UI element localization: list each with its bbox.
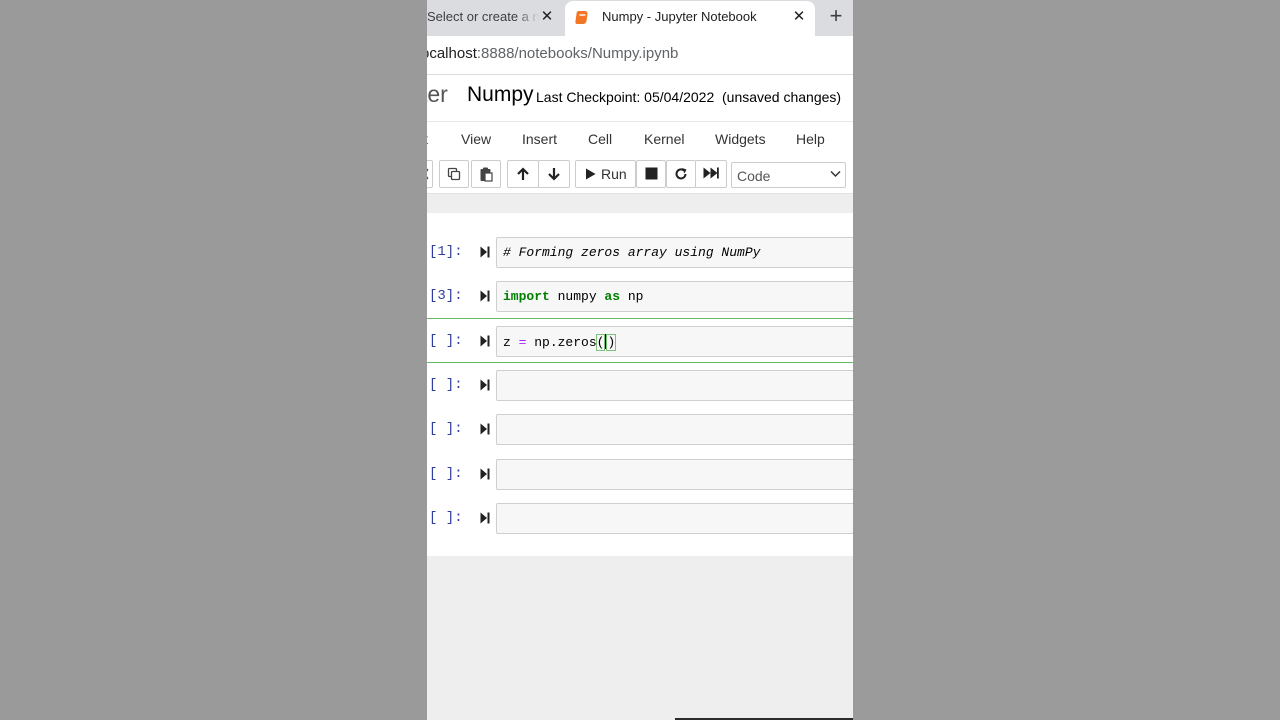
input-prompt: [1]: <box>429 244 463 260</box>
tab-strip: Select or create a notebook ✕ Numpy - Ju… <box>427 0 853 36</box>
code-text: z = np.zeros() <box>503 334 617 351</box>
run-cell-icon[interactable] <box>480 468 490 480</box>
run-cell-icon[interactable] <box>480 379 490 391</box>
notebook-name[interactable]: Numpy <box>467 83 534 107</box>
code-cell[interactable]: [ ]: <box>427 368 853 404</box>
close-icon[interactable]: ✕ <box>791 9 807 25</box>
input-prompt: [3]: <box>429 288 463 304</box>
run-label: Run <box>601 166 627 182</box>
menu-insert[interactable]: Insert <box>522 131 557 147</box>
run-cell-icon[interactable] <box>480 423 490 435</box>
move-up-button[interactable] <box>507 160 539 188</box>
arrow-up-icon <box>517 167 529 180</box>
jupyter-logo[interactable]: ter <box>427 81 448 108</box>
paste-icon <box>480 167 493 182</box>
code-editor[interactable] <box>496 459 853 490</box>
cut-button[interactable] <box>427 160 433 188</box>
run-cell-icon[interactable] <box>480 512 490 524</box>
run-cell-icon[interactable] <box>480 246 490 258</box>
code-cell[interactable]: [1]: # Forming zeros array using NumPy <box>427 235 853 271</box>
url-path: :8888/notebooks/Numpy.ipynb <box>476 45 679 62</box>
tab-title: Numpy - Jupyter Notebook <box>602 9 757 24</box>
url-text[interactable]: ocalhost:8888/notebooks/Numpy.ipynb <box>427 45 678 62</box>
menu-view[interactable]: View <box>461 131 491 147</box>
cut-icon <box>427 168 429 180</box>
interrupt-button[interactable] <box>636 160 666 188</box>
run-cell-icon[interactable] <box>480 290 490 302</box>
code-cell[interactable]: [ ]: <box>427 457 853 493</box>
checkpoint-status: Last Checkpoint: 05/04/2022 <box>536 89 715 105</box>
notebook-container: [1]: # Forming zeros array using NumPy [… <box>427 213 853 556</box>
input-prompt: [ ]: <box>429 421 463 437</box>
menu-widgets[interactable]: Widgets <box>715 131 766 147</box>
play-icon <box>586 168 596 180</box>
menubar: t View Insert Cell Kernel Widgets Help <box>427 121 853 158</box>
code-cell[interactable]: [3]: import numpy as np <box>427 279 853 315</box>
code-editor[interactable]: import numpy as np <box>496 281 853 312</box>
restart-icon <box>675 168 687 180</box>
chevron-down-icon <box>830 170 841 178</box>
copy-button[interactable] <box>439 160 469 188</box>
code-text: import numpy as np <box>503 289 644 304</box>
menu-kernel[interactable]: Kernel <box>644 131 684 147</box>
right-backdrop <box>853 0 1280 720</box>
tab-select-notebook[interactable]: Select or create a notebook ✕ <box>427 0 563 36</box>
menu-cell[interactable]: Cell <box>588 131 612 147</box>
code-text: # Forming zeros array using NumPy <box>503 245 761 260</box>
fast-forward-icon <box>703 167 719 179</box>
code-cell[interactable]: [ ]: <box>427 412 853 448</box>
code-editor[interactable] <box>496 370 853 401</box>
menu-help[interactable]: Help <box>796 131 825 147</box>
toolbar: Run Code <box>427 157 853 193</box>
browser-window: Select or create a notebook ✕ Numpy - Ju… <box>427 0 853 720</box>
tab-title: Select or create a notebook <box>427 9 539 24</box>
plus-icon[interactable]: + <box>825 5 847 27</box>
header-divider <box>427 193 853 214</box>
jupyter-header: ter Numpy Last Checkpoint: 05/04/2022 (u… <box>427 75 853 121</box>
input-prompt: [ ]: <box>429 466 463 482</box>
address-bar[interactable]: ocalhost:8888/notebooks/Numpy.ipynb <box>427 36 853 75</box>
code-cell[interactable]: [ ]: <box>427 501 853 537</box>
notebook-background <box>427 556 853 720</box>
arrow-down-icon <box>548 168 560 181</box>
code-editor[interactable] <box>496 503 853 534</box>
restart-button[interactable] <box>666 160 696 188</box>
menu-edit[interactable]: t <box>427 131 428 147</box>
url-host: ocalhost <box>427 45 477 62</box>
cell-type-select[interactable]: Code <box>731 162 846 188</box>
autosave-status: (unsaved changes) <box>722 89 842 105</box>
run-cell-icon[interactable] <box>480 335 490 347</box>
restart-run-all-button[interactable] <box>695 160 727 188</box>
input-prompt: [ ]: <box>429 510 463 526</box>
code-editor[interactable]: z = np.zeros() <box>496 326 853 357</box>
code-editor[interactable]: # Forming zeros array using NumPy <box>496 237 853 268</box>
stop-icon <box>645 167 657 180</box>
run-button[interactable]: Run <box>575 160 636 188</box>
tab-numpy-notebook[interactable]: Numpy - Jupyter Notebook ✕ <box>565 1 815 36</box>
jupyter-favicon <box>575 11 588 24</box>
code-editor[interactable] <box>496 414 853 445</box>
copy-icon <box>447 167 461 181</box>
cell-type-value: Code <box>737 168 771 184</box>
paste-button[interactable] <box>471 160 501 188</box>
move-down-button[interactable] <box>538 160 570 188</box>
input-prompt: [ ]: <box>429 377 463 393</box>
left-backdrop <box>0 0 427 720</box>
code-cell-selected[interactable]: [ ]: z = np.zeros() <box>427 318 853 363</box>
close-icon[interactable]: ✕ <box>539 9 555 25</box>
input-prompt: [ ]: <box>429 333 463 349</box>
